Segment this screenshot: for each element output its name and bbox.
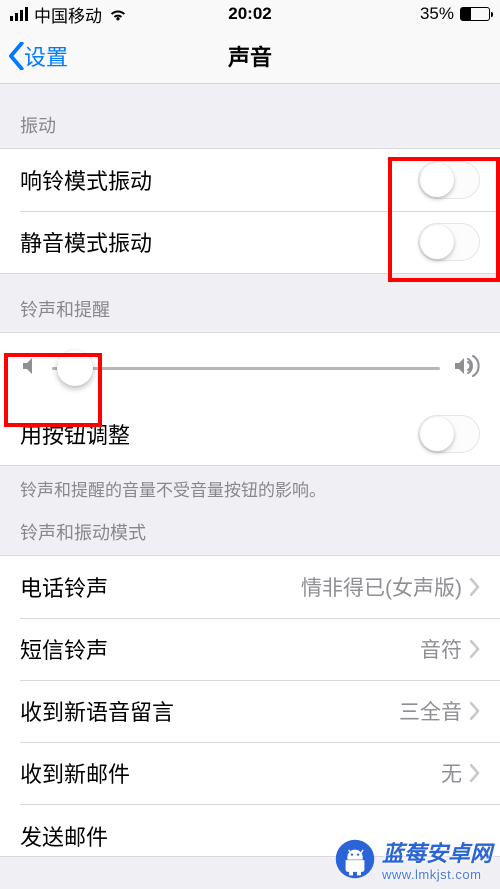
row-label: 静音模式振动	[20, 226, 418, 258]
watermark-text: 蓝莓安卓网	[382, 841, 492, 866]
status-time: 20:02	[228, 4, 271, 24]
battery-icon	[460, 7, 490, 21]
row-label: 收到新邮件	[20, 757, 441, 789]
back-chevron-icon	[8, 42, 24, 70]
chevron-right-icon	[470, 640, 480, 658]
wifi-icon	[108, 7, 128, 21]
watermark-url: www.lmkjst.com	[382, 868, 492, 881]
row-new-mail[interactable]: 收到新邮件 无	[0, 742, 500, 804]
volume-slider[interactable]	[52, 350, 440, 386]
battery-percent: 35%	[420, 4, 454, 24]
page-title: 声音	[228, 40, 272, 72]
row-label: 用按钮调整	[20, 418, 418, 450]
back-label: 设置	[24, 40, 68, 72]
row-ringtone[interactable]: 电话铃声 情非得已(女声版)	[0, 556, 500, 618]
row-label: 响铃模式振动	[20, 164, 418, 196]
status-bar: 中国移动 20:02 35%	[0, 0, 500, 28]
speaker-high-icon	[454, 355, 480, 382]
back-button[interactable]: 设置	[8, 40, 68, 72]
signal-icon	[10, 7, 28, 21]
chevron-right-icon	[470, 702, 480, 720]
row-value: 音符	[420, 634, 462, 664]
watermark: 蓝莓安卓网 www.lmkjst.com	[334, 836, 492, 881]
row-label: 收到新语音留言	[20, 695, 399, 727]
section-header-vibrate: 振动	[0, 84, 500, 148]
section-header-ringtone-alerts: 铃声和提醒	[0, 274, 500, 332]
carrier-label: 中国移动	[34, 2, 102, 27]
android-icon	[334, 838, 376, 880]
section-footer-note: 铃声和提醒的音量不受音量按钮的影响。	[0, 466, 500, 505]
chevron-right-icon	[470, 764, 480, 782]
row-label: 短信铃声	[20, 633, 420, 665]
chevron-right-icon	[470, 578, 480, 596]
row-value: 无	[441, 758, 462, 788]
list-alerts: 用按钮调整	[0, 332, 500, 466]
row-change-with-buttons[interactable]: 用按钮调整	[0, 403, 500, 465]
toggle-change-with-buttons[interactable]	[418, 415, 480, 453]
row-ring-vibrate[interactable]: 响铃模式振动	[0, 149, 500, 211]
toggle-silent-vibrate[interactable]	[418, 223, 480, 261]
list-sound-patterns: 电话铃声 情非得已(女声版) 短信铃声 音符 收到新语音留言 三全音 收到新邮件…	[0, 555, 500, 857]
row-volume-slider	[0, 333, 500, 403]
row-voicemail[interactable]: 收到新语音留言 三全音	[0, 680, 500, 742]
row-silent-vibrate[interactable]: 静音模式振动	[0, 211, 500, 273]
section-header-sound-patterns: 铃声和振动模式	[0, 505, 500, 555]
row-value: 三全音	[399, 696, 462, 726]
speaker-low-icon	[20, 356, 38, 381]
toggle-ring-vibrate[interactable]	[418, 161, 480, 199]
row-value: 情非得已(女声版)	[301, 572, 462, 602]
list-vibrate: 响铃模式振动 静音模式振动	[0, 148, 500, 274]
nav-header: 设置 声音	[0, 28, 500, 84]
row-text-tone[interactable]: 短信铃声 音符	[0, 618, 500, 680]
row-label: 电话铃声	[20, 571, 301, 603]
